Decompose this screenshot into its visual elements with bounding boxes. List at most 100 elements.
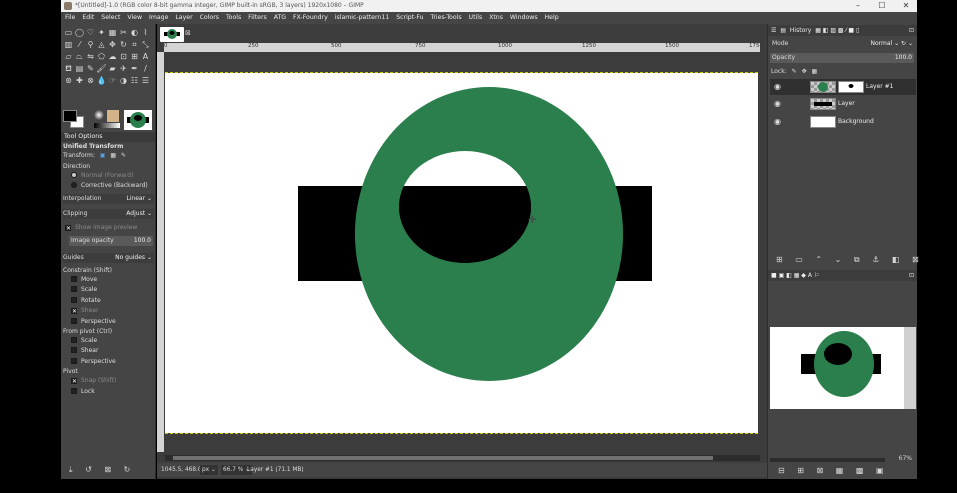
pivot-lock-checkbox[interactable]: Lock — [63, 387, 154, 397]
delete-options-icon[interactable]: ⊠ — [104, 465, 111, 474]
fuzzy-select-tool-icon[interactable]: ✦ — [96, 27, 107, 39]
dodge-burn-tool-icon[interactable]: ◑ — [118, 75, 129, 87]
clipping-combo[interactable]: Adjust ⌄ — [126, 209, 152, 219]
color-picker-tool-icon[interactable]: ⁄ — [74, 39, 85, 51]
brushes-tab-icon[interactable]: ■ ▣ ◧ ▦ ◆ A ⚐ — [771, 272, 819, 279]
unified-transform-tool-icon[interactable]: ⊞ — [129, 51, 140, 63]
rotate-tool-icon[interactable]: ↻ — [118, 39, 129, 51]
interpolation-combo[interactable]: Linear ⌄ — [126, 194, 152, 204]
direction-normal-option[interactable]: Normal (Forward) — [63, 171, 154, 181]
move-tool-icon[interactable]: ✥ — [107, 39, 118, 51]
menu-islamic-pattern[interactable]: islamic-pattern11 — [335, 14, 389, 21]
navigation-preview[interactable] — [770, 327, 916, 409]
perspective-tool-icon[interactable]: ⏢ — [74, 51, 85, 63]
close-tab-icon[interactable]: ⊠ — [185, 29, 191, 37]
warp-tool-icon[interactable]: ☁ — [107, 51, 118, 63]
clipping-row[interactable]: Clipping Adjust ⌄ — [63, 209, 154, 219]
menu-tries-tools[interactable]: Tries-Tools — [431, 14, 462, 21]
canvas[interactable]: ✛ — [165, 73, 758, 433]
new-layer-icon[interactable]: ⊞ — [776, 255, 783, 264]
foreground-select-tool-icon[interactable]: ◐ — [129, 27, 140, 39]
scissors-tool-icon[interactable]: ✂ — [118, 27, 129, 39]
dock-menu-icon[interactable]: ⊡ — [909, 25, 914, 36]
menu-view[interactable]: View — [127, 14, 142, 21]
anchor-layer-icon[interactable]: ⚓ — [872, 255, 879, 264]
new-group-icon[interactable]: ▭ — [795, 255, 803, 264]
scale-tool-icon[interactable]: ⤡ — [140, 39, 151, 51]
eye-icon[interactable]: ◉ — [774, 96, 781, 112]
layer-row[interactable]: ◉ Background — [770, 114, 916, 130]
unit-selector[interactable]: px ⌄ — [200, 465, 218, 475]
heal-tool-icon[interactable]: ✚ — [74, 75, 85, 87]
layers-tab-icon[interactable]: ☰ — [771, 27, 776, 34]
layer-row[interactable]: ◉ Layer #1 — [770, 79, 916, 95]
shrink-wrap-icon[interactable]: ▣ — [876, 466, 884, 475]
free-select-tool-icon[interactable]: ♡ — [85, 27, 96, 39]
minimize-button[interactable]: – — [847, 0, 869, 12]
nav-zoom-slider[interactable] — [770, 458, 885, 462]
menu-file[interactable]: File — [65, 14, 75, 21]
transform-path-icon[interactable]: ✎ — [121, 152, 126, 159]
zoom-fit-icon[interactable]: ▦ — [836, 466, 844, 475]
menu-atg[interactable]: ATG — [274, 14, 286, 21]
menu-xtns[interactable]: Xtns — [489, 14, 503, 21]
blur-tool-icon[interactable]: 💧 — [96, 75, 107, 87]
zoom-out-icon[interactable]: ⊟ — [778, 466, 785, 475]
constrain-scale-checkbox[interactable]: Scale — [63, 285, 154, 295]
mode-combo[interactable]: Normal ⌄ ↻ ⌄ — [870, 39, 913, 49]
smudge-tool-icon[interactable]: ☞ — [107, 75, 118, 87]
image-preview[interactable] — [124, 110, 152, 130]
save-options-icon[interactable]: ⤓ — [69, 465, 73, 474]
paths-tab-icon[interactable]: ▦ ◧ ▨ ▩ ⁄ ■ ▯ — [815, 27, 859, 34]
horizontal-scrollbar[interactable] — [165, 455, 760, 461]
scroll-thumb[interactable] — [173, 456, 713, 460]
flip-tool-icon[interactable]: ⇋ — [85, 51, 96, 63]
menu-colors[interactable]: Colors — [200, 14, 219, 21]
menu-windows[interactable]: Windows — [510, 14, 538, 21]
clone-tool-icon[interactable]: ⊛ — [63, 75, 74, 87]
pivot-perspective-checkbox[interactable]: Perspective — [63, 357, 154, 367]
pivot-snap-checkbox[interactable]: ✕ Snap (Shift) — [63, 376, 154, 386]
menu-utils[interactable]: Utils — [469, 14, 483, 21]
raise-layer-icon[interactable]: ⌃ — [815, 255, 822, 264]
guides-row[interactable]: Guides No guides ⌄ — [63, 253, 154, 263]
menu-fx-foundry[interactable]: FX-Foundry — [293, 14, 328, 21]
image-opacity-slider[interactable]: Image opacity 100.0 — [69, 236, 153, 246]
direction-corrective-option[interactable]: Corrective (Backward) — [63, 181, 154, 191]
pattern-preview-icon[interactable] — [107, 110, 119, 122]
guides-combo[interactable]: No guides ⌄ — [115, 253, 152, 263]
pivot-shear-checkbox[interactable]: Shear — [63, 346, 154, 356]
foreground-color-top[interactable] — [63, 110, 77, 122]
lower-layer-icon[interactable]: ⌄ — [835, 255, 842, 264]
lock-alpha-icon[interactable]: ▦ — [812, 68, 818, 75]
menu-layer[interactable]: Layer — [175, 14, 192, 21]
brush-preview-icon[interactable] — [94, 110, 104, 120]
constrain-perspective-checkbox[interactable]: Perspective — [63, 317, 154, 327]
cage-tool-icon[interactable]: ⬠ — [96, 51, 107, 63]
shear-tool-icon[interactable]: ▱ — [63, 51, 74, 63]
channels-tab-icon[interactable]: ▤ — [780, 27, 786, 34]
nav-dock-menu-icon[interactable]: ⊡ — [909, 270, 914, 281]
gradient-tool-icon[interactable]: ▤ — [74, 63, 85, 75]
zoom-100-icon[interactable]: ⊠ — [817, 466, 824, 475]
dissolve-tool-icon[interactable]: ☷ — [129, 75, 140, 87]
menu-help[interactable]: Help — [545, 14, 559, 21]
maximize-button[interactable]: ☐ — [871, 0, 893, 12]
filter-tool-icon[interactable]: ☰ — [140, 75, 151, 87]
pivot-scale-checkbox[interactable]: Scale — [63, 336, 154, 346]
ellipse-select-tool-icon[interactable]: ◯ — [74, 27, 85, 39]
close-button[interactable]: ✕ — [895, 0, 917, 12]
lock-pixels-icon[interactable]: ✎ — [792, 68, 797, 75]
zoom-in-icon[interactable]: ⊞ — [797, 466, 804, 475]
gradient-preview[interactable] — [94, 123, 120, 128]
crop-tool-icon[interactable]: ⌗ — [129, 39, 140, 51]
menu-script-fu[interactable]: Script-Fu — [396, 14, 423, 21]
constrain-move-checkbox[interactable]: Move — [63, 275, 154, 285]
mask-icon[interactable]: ◧ — [892, 255, 900, 264]
duplicate-layer-icon[interactable]: ⧉ — [854, 255, 860, 264]
pencil-tool-icon[interactable]: ✎ — [85, 63, 96, 75]
transform-layer-icon[interactable]: ▣ — [100, 152, 106, 159]
color-select-tool-icon[interactable]: ▦ — [107, 27, 118, 39]
transform-selection-icon[interactable]: ▦ — [110, 152, 116, 159]
menu-image[interactable]: Image — [149, 14, 168, 21]
